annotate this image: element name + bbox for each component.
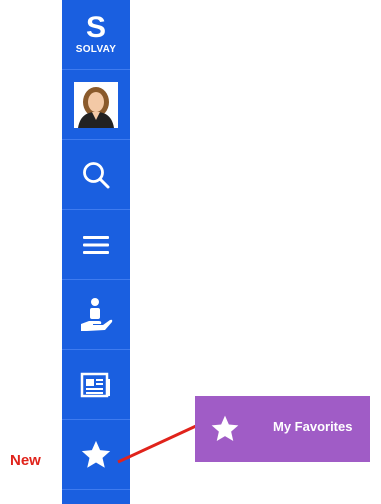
star-icon <box>211 415 239 441</box>
favorites-tooltip[interactable]: My Favorites <box>195 396 370 462</box>
new-label: New <box>10 452 41 469</box>
favorites-label: My Favorites <box>273 419 353 434</box>
